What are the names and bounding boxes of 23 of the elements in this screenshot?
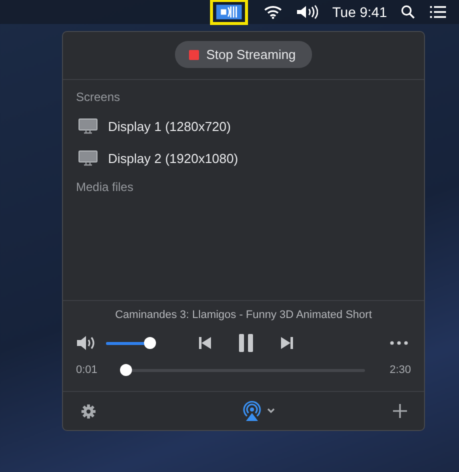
section-heading: Screens <box>76 90 122 104</box>
volume-icon[interactable] <box>76 335 96 351</box>
total-duration: 2:30 <box>388 364 411 376</box>
display-item[interactable]: Display 1 (1280x720) <box>108 118 231 134</box>
search-icon[interactable] <box>401 5 415 19</box>
next-track-icon[interactable] <box>280 336 294 350</box>
streaming-app-icon[interactable] <box>210 0 248 25</box>
wifi-icon[interactable] <box>264 5 282 19</box>
monitor-icon <box>78 118 98 134</box>
display-item[interactable]: Display 2 (1920x1080) <box>108 150 238 166</box>
section-heading: Media files <box>76 180 134 194</box>
media-title: Caminandes 3: Llamigos - Funny 3D Animated Short <box>114 309 373 321</box>
more-icon[interactable] <box>390 341 408 345</box>
menu-bar-clock[interactable]: Tue 9:41 <box>332 4 387 20</box>
add-icon[interactable] <box>393 404 407 418</box>
list-icon[interactable] <box>429 5 447 19</box>
monitor-icon <box>78 150 98 166</box>
elapsed-time: 0:01 <box>76 364 98 376</box>
pause-icon[interactable] <box>238 333 254 353</box>
stop-streaming-button[interactable]: Stop Streaming <box>175 41 312 68</box>
settings-icon[interactable] <box>81 404 96 418</box>
previous-track-icon[interactable] <box>198 336 212 350</box>
volume-icon[interactable] <box>296 5 318 19</box>
